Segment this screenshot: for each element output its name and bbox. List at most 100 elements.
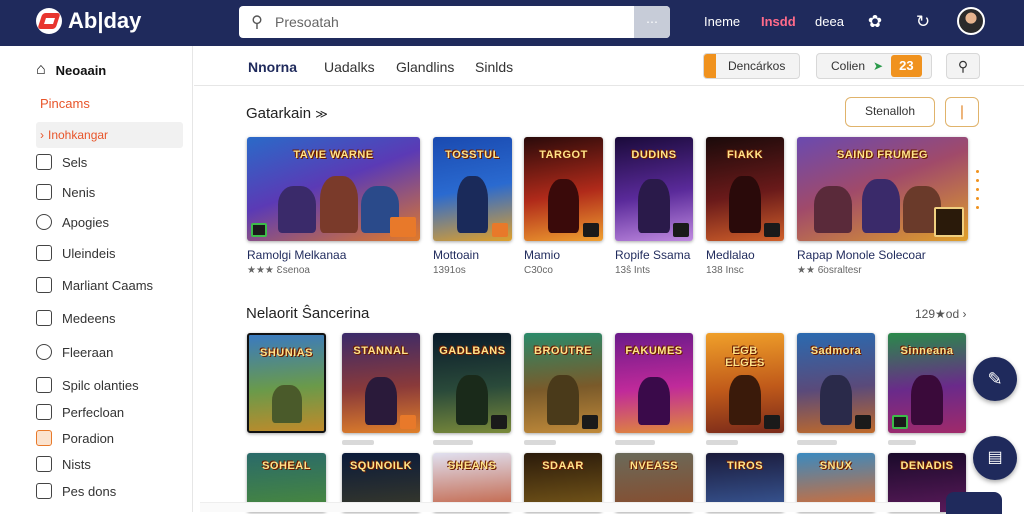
coin-count-badge: 23 xyxy=(891,55,922,77)
filter-icon[interactable]: ❘ xyxy=(945,97,979,127)
card-title[interactable]: Ramolgi Melkanaa xyxy=(247,248,346,262)
card-figure xyxy=(547,375,579,425)
sidebar-item-nists[interactable]: Nists xyxy=(36,452,91,476)
game-card[interactable]: TOSSTUL xyxy=(433,137,512,241)
logo-text: Ab|day xyxy=(68,8,142,33)
game-card[interactable]: Sadmora xyxy=(797,333,875,433)
sidebar-item-label: Pes dons xyxy=(62,483,117,499)
card-title[interactable]: Rapap Monole Solecoar xyxy=(797,248,926,262)
card-title[interactable]: Ropife Ssama xyxy=(615,248,690,262)
card-figure xyxy=(729,175,761,233)
subnav-search-button[interactable]: ⚲ xyxy=(946,53,980,79)
top-link-2[interactable]: Insdd xyxy=(761,14,796,29)
game-card[interactable]: BROUTRE xyxy=(524,333,602,433)
sidebar-item-nenis[interactable]: Nenis xyxy=(36,180,95,204)
list-icon xyxy=(36,277,52,293)
game-card[interactable]: GADLBANS xyxy=(433,333,511,433)
sidebar-item-label: Uleindeis xyxy=(62,245,116,261)
game-card[interactable]: SAIND FRUMEG xyxy=(797,137,968,241)
tab-sinlds[interactable]: Sinlds xyxy=(475,59,513,75)
section-title-featured[interactable]: Gatarkain ≫ xyxy=(246,105,328,122)
search-icon: ⚲ xyxy=(957,57,969,74)
sidebar-item-label: Marliant Caams xyxy=(62,277,154,293)
sidebar-item-fleeraan[interactable]: Fleeraan xyxy=(36,340,113,364)
card-meta-placeholder xyxy=(433,440,473,445)
sidebar-item-label: Perfecloan xyxy=(62,404,125,420)
users-icon[interactable]: ✿ xyxy=(864,11,886,33)
game-card[interactable]: SHUNIAS xyxy=(247,333,326,433)
sidebar-item-perfecloan[interactable]: Perfecloan xyxy=(36,400,124,424)
wallet-icon[interactable]: ▤ xyxy=(973,436,1017,480)
category-filter-pill[interactable]: Dencárkos xyxy=(703,53,800,79)
sort-button[interactable]: Stenalloh xyxy=(845,97,935,127)
card-figure xyxy=(319,175,358,233)
sidebar-item-spilc[interactable]: Spilc olanties xyxy=(36,373,139,397)
card-figure xyxy=(278,185,317,233)
card-title[interactable]: Mamio xyxy=(524,248,560,262)
card-figure xyxy=(814,185,852,233)
game-card[interactable]: EGB ELGES xyxy=(706,333,784,433)
tab-uadalks[interactable]: Uadalks xyxy=(324,59,375,75)
sidebar-item-uleindeis[interactable]: Uleindeis xyxy=(36,241,115,265)
app-logo[interactable]: Ab|day xyxy=(36,8,141,34)
sidebar-item-active[interactable]: › Inohkangar xyxy=(36,122,183,148)
coins-pill[interactable]: Colien ➤ 23 xyxy=(816,53,932,79)
sidebar: ⌂ Neoaain Pincams › Inohkangar Sels Neni… xyxy=(0,46,193,512)
card-meta: 13ŝ Ints xyxy=(615,265,651,276)
game-card[interactable]: TARGOT xyxy=(524,137,603,241)
sidebar-item-label: Sels xyxy=(62,154,88,170)
card-meta-placeholder xyxy=(888,440,916,445)
see-more-link[interactable]: 129★od › xyxy=(915,307,966,321)
card-art-title: SHEANS xyxy=(447,460,497,473)
refresh-icon[interactable]: ↻ xyxy=(912,11,934,33)
carousel-indicator[interactable] xyxy=(976,170,982,215)
card-figure xyxy=(271,384,302,424)
card-badge-icon xyxy=(892,415,908,429)
card-figure xyxy=(456,375,488,425)
game-card[interactable]: Sinneana xyxy=(888,333,966,433)
card-art-title: BROUTRE xyxy=(534,345,592,357)
sidebar-item-pesdons[interactable]: Pes dons xyxy=(36,479,116,503)
game-card[interactable]: DUDINS xyxy=(615,137,693,241)
card-title[interactable]: Medlalao xyxy=(706,248,755,262)
card-art-title: TOSSTUL xyxy=(445,149,500,162)
game-card[interactable]: FAKUMES xyxy=(615,333,693,433)
section-title-popular[interactable]: Nelaorit Ŝancerina xyxy=(246,305,369,322)
sidebar-item-home[interactable]: ⌂ Neoaain xyxy=(36,58,106,82)
card-meta-placeholder xyxy=(706,440,738,445)
sidebar-item-label: Inohkangar xyxy=(48,128,109,142)
pencil-icon[interactable]: ✎ xyxy=(973,357,1017,401)
card-figure xyxy=(638,178,670,233)
search-bar: ⚲ ⋯ xyxy=(239,6,670,38)
top-link-1[interactable]: Ineme xyxy=(704,14,740,29)
game-card[interactable]: FIAKK xyxy=(706,137,784,241)
tab-nnorna[interactable]: Nnorna xyxy=(248,59,297,75)
card-figure xyxy=(547,178,580,233)
card-art-title: TIROS xyxy=(726,460,764,473)
card-title[interactable]: Mottoain xyxy=(433,248,479,262)
search-submit-button[interactable]: ⋯ xyxy=(634,6,670,38)
sidebar-item-apogies[interactable]: Apogies xyxy=(36,210,109,234)
card-meta: 138 Insc xyxy=(706,265,744,276)
avatar[interactable] xyxy=(957,7,985,35)
card-badge-icon xyxy=(582,415,598,429)
card-badge-icon xyxy=(764,223,780,237)
game-card[interactable]: TAVIE WARNE xyxy=(247,137,420,241)
sidebar-item-label: Fleeraan xyxy=(62,344,114,360)
sidebar-item-sels[interactable]: Sels xyxy=(36,150,87,174)
card-art-title: TARGOT xyxy=(539,149,588,162)
chat-tab-button[interactable] xyxy=(946,492,1002,514)
card-badge-icon xyxy=(492,223,508,237)
card-figure xyxy=(911,375,943,425)
sidebar-item-medeens[interactable]: Medeens xyxy=(36,306,115,330)
card-art-title: SQUNOILK xyxy=(349,460,413,473)
search-input[interactable] xyxy=(275,6,634,38)
top-link-3[interactable]: deea xyxy=(815,14,844,29)
tab-glandlins[interactable]: Glandlins xyxy=(396,59,454,75)
sidebar-item-marliant[interactable]: Marliant Caams xyxy=(36,273,153,297)
card-art-title: SOHEAL xyxy=(262,460,311,473)
game-card[interactable]: STANNAL xyxy=(342,333,420,433)
monitor-icon xyxy=(36,154,52,170)
sidebar-item-poradion[interactable]: Poradion xyxy=(36,426,114,450)
card-art-title: GADLBANS xyxy=(439,345,506,357)
